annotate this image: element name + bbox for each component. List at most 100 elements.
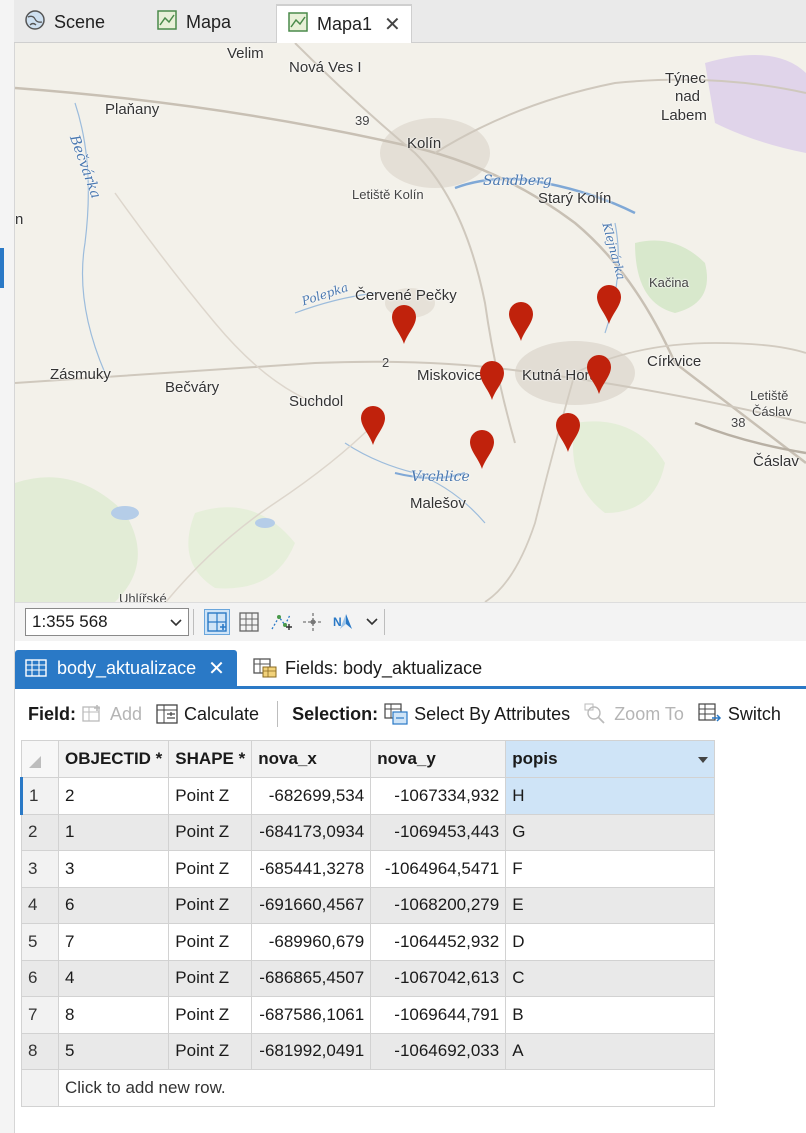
add-row-row[interactable]: Click to add new row. [21,1069,716,1107]
map-pin-icon[interactable] [508,301,534,341]
map-view[interactable]: Velim Nová Ves I Týnec nad Labem Plaňany… [15,43,806,602]
close-icon[interactable]: ✕ [384,12,401,37]
cell-nova-x[interactable]: -682699,534 [251,777,372,815]
column-header-nova-y[interactable]: nova_y [370,740,507,778]
tab-scene-label: Scene [54,12,106,32]
table-row[interactable]: 2 1 Point Z -684173,0934 -1069453,443 G [21,813,716,851]
switch-button[interactable]: Switch [698,703,781,725]
cell-objectid[interactable]: 5 [57,1032,170,1070]
map-label-caslav: Čáslav [753,453,799,470]
tab-scene[interactable]: Scene [14,4,115,41]
sort-dropdown-icon[interactable] [698,749,709,769]
map-status-toolbar: 1:355 568 N [15,602,806,641]
map-pin-icon[interactable] [555,412,581,452]
cell-shape[interactable]: Point Z [168,959,253,997]
cell-nova-x[interactable]: -684173,0934 [251,813,372,851]
cell-nova-x[interactable]: -687586,1061 [251,996,372,1034]
cell-shape[interactable]: Point Z [168,1032,253,1070]
cell-shape[interactable]: Point Z [168,923,253,961]
grid-icon[interactable] [236,609,262,635]
table-row[interactable]: 5 7 Point Z -689960,679 -1064452,932 D [21,923,716,961]
cell-popis[interactable]: A [505,1032,716,1070]
select-by-attributes-button[interactable]: Select By Attributes [384,703,570,725]
cell-popis[interactable]: E [505,886,716,924]
row-number[interactable]: 2 [21,813,59,851]
cell-nova-x[interactable]: -691660,4567 [251,886,372,924]
cell-popis[interactable]: B [505,996,716,1034]
row-number[interactable]: 1 [20,777,59,815]
cell-nova-x[interactable]: -681992,0491 [251,1032,372,1070]
toolbar-separator [277,701,279,727]
table-row[interactable]: 6 4 Point Z -686865,4507 -1067042,613 C [21,959,716,997]
map-pin-icon[interactable] [391,304,417,344]
cell-shape[interactable]: Point Z [168,996,253,1034]
cell-objectid[interactable]: 6 [57,886,170,924]
tab-mapa1[interactable]: Mapa1 ✕ [276,4,412,43]
cell-shape[interactable]: Point Z [168,886,253,924]
table-row[interactable]: 8 5 Point Z -681992,0491 -1064692,033 A [21,1032,716,1070]
map-pin-icon[interactable] [596,284,622,324]
add-field-button[interactable]: Add [82,704,142,725]
row-number[interactable]: 6 [21,959,59,997]
cell-nova-y[interactable]: -1064964,5471 [370,850,507,888]
row-number[interactable]: 7 [21,996,59,1034]
cell-nova-y[interactable]: -1069453,443 [370,813,507,851]
row-number[interactable]: 4 [21,886,59,924]
row-number[interactable]: 3 [21,850,59,888]
cell-nova-x[interactable]: -685441,3278 [251,850,372,888]
cell-objectid[interactable]: 7 [57,923,170,961]
cell-shape[interactable]: Point Z [168,813,253,851]
cell-nova-x[interactable]: -686865,4507 [251,959,372,997]
calculate-button[interactable]: Calculate [156,704,259,725]
close-icon[interactable]: ✕ [208,656,225,681]
cell-popis[interactable]: H [505,777,716,815]
cell-nova-y[interactable]: -1064452,932 [370,923,507,961]
cell-nova-y[interactable]: -1068200,279 [370,886,507,924]
cell-nova-y[interactable]: -1067042,613 [370,959,507,997]
cell-nova-y[interactable]: -1067334,932 [370,777,507,815]
cell-objectid[interactable]: 4 [57,959,170,997]
zoom-to-button[interactable]: Zoom To [584,703,684,725]
grid-snap-icon[interactable] [204,609,230,635]
cell-shape[interactable]: Point Z [168,850,253,888]
cell-objectid[interactable]: 1 [57,813,170,851]
cell-popis[interactable]: F [505,850,716,888]
cell-popis[interactable]: G [505,813,716,851]
cell-popis[interactable]: D [505,923,716,961]
add-new-row-prompt[interactable]: Click to add new row. [57,1069,716,1107]
column-header-nova-x[interactable]: nova_x [251,740,372,778]
cell-shape[interactable]: Point Z [168,777,253,815]
snapping-icon[interactable] [268,609,294,635]
select-all-corner[interactable] [21,740,59,778]
map-pin-icon[interactable] [586,354,612,394]
calculate-label: Calculate [184,703,260,724]
cell-objectid[interactable]: 3 [57,850,170,888]
scale-select[interactable]: 1:355 568 [25,608,189,636]
map-label-vrchlice: Vrchlice [411,469,470,485]
row-number[interactable]: 5 [21,923,59,961]
crosshair-icon[interactable] [300,609,326,635]
column-header-shape[interactable]: SHAPE * [168,740,253,778]
cell-popis[interactable]: C [505,959,716,997]
table-row[interactable]: 3 3 Point Z -685441,3278 -1064964,5471 F [21,850,716,888]
table-row[interactable]: 4 6 Point Z -691660,4567 -1068200,279 E [21,886,716,924]
north-arrow-icon[interactable]: N [332,609,358,635]
tab-mapa[interactable]: Mapa [146,4,241,41]
column-header-popis[interactable]: popis [505,740,716,778]
cell-nova-y[interactable]: -1064692,033 [370,1032,507,1070]
column-header-objectid[interactable]: OBJECTID * [57,740,170,778]
map-pin-icon[interactable] [469,429,495,469]
chevron-down-icon[interactable] [364,609,380,635]
map-pin-icon[interactable] [479,360,505,400]
cell-objectid[interactable]: 2 [57,777,170,815]
map-label-partial: n [15,211,24,228]
row-number[interactable]: 8 [21,1032,59,1070]
cell-nova-y[interactable]: -1069644,791 [370,996,507,1034]
table-row[interactable]: 1 2 Point Z -682699,534 -1067334,932 H [20,777,716,815]
table-row[interactable]: 7 8 Point Z -687586,1061 -1069644,791 B [21,996,716,1034]
cell-objectid[interactable]: 8 [57,996,170,1034]
cell-nova-x[interactable]: -689960,679 [251,923,372,961]
tab-body-aktualizace[interactable]: body_aktualizace ✕ [15,650,237,686]
tab-fields[interactable]: Fields: body_aktualizace [243,650,492,686]
map-pin-icon[interactable] [360,405,386,445]
